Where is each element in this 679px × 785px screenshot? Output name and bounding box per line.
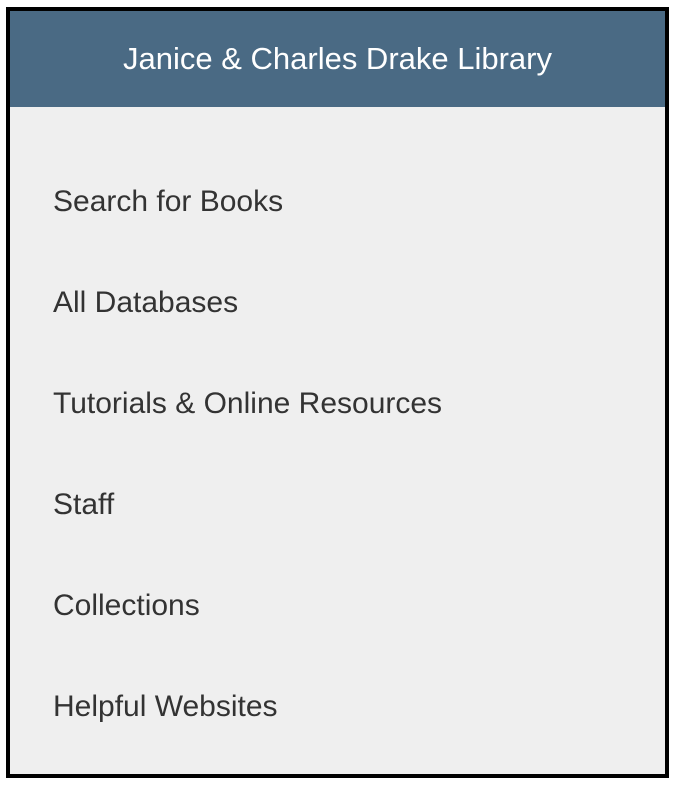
nav-item-staff[interactable]: Staff — [10, 454, 665, 555]
nav-item-label[interactable]: Staff — [53, 488, 114, 522]
nav-item-label[interactable]: Collections — [53, 589, 200, 623]
nav-item-label[interactable]: Tutorials & Online Resources — [53, 387, 442, 421]
nav-item-label[interactable]: All Databases — [53, 286, 238, 320]
nav-item-search-for-books[interactable]: Search for Books — [10, 151, 665, 252]
panel-title[interactable]: Janice & Charles Drake Library — [123, 41, 552, 77]
nav-item-helpful-websites[interactable]: Helpful Websites — [10, 656, 665, 757]
nav-menu: Search for Books All Databases Tutorials… — [10, 107, 665, 757]
nav-item-all-databases[interactable]: All Databases — [10, 252, 665, 353]
panel-header[interactable]: Janice & Charles Drake Library — [10, 11, 665, 107]
nav-item-label[interactable]: Helpful Websites — [53, 690, 278, 724]
nav-item-collections[interactable]: Collections — [10, 555, 665, 656]
nav-item-tutorials-online-resources[interactable]: Tutorials & Online Resources — [10, 353, 665, 454]
library-nav-panel: Janice & Charles Drake Library Search fo… — [6, 7, 669, 778]
nav-item-label[interactable]: Search for Books — [53, 185, 283, 219]
